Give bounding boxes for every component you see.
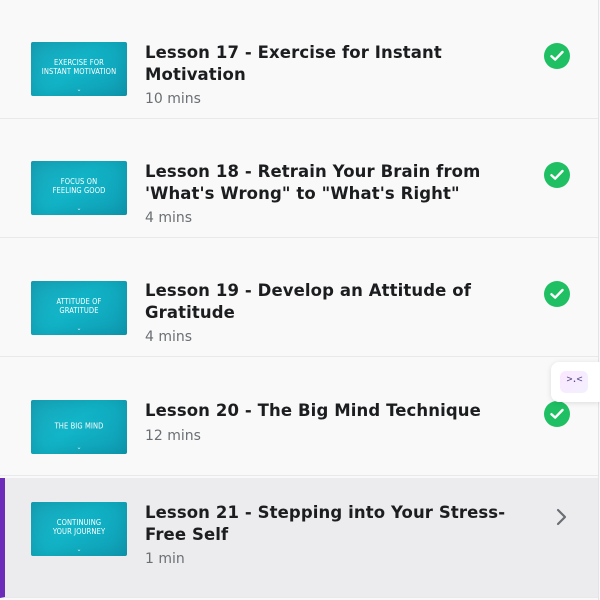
chevron-down-icon: ⌄ xyxy=(76,205,82,212)
lesson-title[interactable]: Lesson 19 - Develop an Attitude of Grati… xyxy=(145,280,525,324)
check-circle-icon xyxy=(544,401,570,427)
lesson-duration: 4 mins xyxy=(145,329,193,345)
lesson-title[interactable]: Lesson 17 - Exercise for Instant Motivat… xyxy=(145,42,525,86)
chevron-right-icon[interactable] xyxy=(555,508,569,526)
lesson-title[interactable]: Lesson 21 - Stepping into Your Stress-Fr… xyxy=(145,502,525,546)
chevron-down-icon: ⌄ xyxy=(76,325,82,332)
lesson-duration: 10 mins xyxy=(145,91,201,107)
lesson-thumbnail[interactable]: EXERCISE FOR INSTANT MOTIVATION ⌄ xyxy=(31,42,127,96)
thumbnail-text: FOCUS ON FEELING GOOD xyxy=(52,177,106,196)
chat-widget-button[interactable]: >.< xyxy=(551,362,600,402)
thumbnail-text: CONTINUING YOUR JOURNEY xyxy=(52,518,106,537)
thumbnail-text: THE BIG MIND xyxy=(54,421,104,431)
check-circle-icon xyxy=(544,43,570,69)
chevron-down-icon: ⌄ xyxy=(76,444,82,451)
widget-face-glyph: >.< xyxy=(566,374,582,385)
chevron-down-icon: ⌄ xyxy=(76,546,82,553)
thumbnail-text: EXERCISE FOR INSTANT MOTIVATION xyxy=(41,58,117,77)
lesson-item[interactable]: FOCUS ON FEELING GOOD ⌄ Lesson 18 - Retr… xyxy=(0,119,598,238)
lesson-title[interactable]: Lesson 18 - Retrain Your Brain from 'Wha… xyxy=(145,161,525,205)
lesson-thumbnail[interactable]: FOCUS ON FEELING GOOD ⌄ xyxy=(31,161,127,215)
lesson-duration: 4 mins xyxy=(145,210,193,226)
chevron-down-icon: ⌄ xyxy=(76,86,82,93)
thumbnail-text: ATTITUDE OF GRATITUDE xyxy=(56,297,102,316)
lesson-title[interactable]: Lesson 20 - The Big Mind Technique xyxy=(145,400,525,422)
check-circle-icon xyxy=(544,281,570,307)
check-circle-icon xyxy=(544,162,570,188)
lesson-duration: 12 mins xyxy=(145,428,201,444)
lesson-item[interactable]: ATTITUDE OF GRATITUDE ⌄ Lesson 19 - Deve… xyxy=(0,238,598,357)
lesson-item[interactable]: THE BIG MIND ⌄ Lesson 20 - The Big Mind … xyxy=(0,357,598,476)
lesson-list: EXERCISE FOR INSTANT MOTIVATION ⌄ Lesson… xyxy=(0,0,599,600)
lesson-item-current[interactable]: CONTINUING YOUR JOURNEY ⌄ Lesson 21 - St… xyxy=(0,478,598,598)
lesson-thumbnail[interactable]: CONTINUING YOUR JOURNEY ⌄ xyxy=(31,502,127,556)
chat-widget-icon: >.< xyxy=(560,371,588,393)
lesson-thumbnail[interactable]: THE BIG MIND ⌄ xyxy=(31,400,127,454)
lesson-item[interactable]: EXERCISE FOR INSTANT MOTIVATION ⌄ Lesson… xyxy=(0,0,598,119)
lesson-duration: 1 min xyxy=(145,551,185,567)
lesson-thumbnail[interactable]: ATTITUDE OF GRATITUDE ⌄ xyxy=(31,281,127,335)
